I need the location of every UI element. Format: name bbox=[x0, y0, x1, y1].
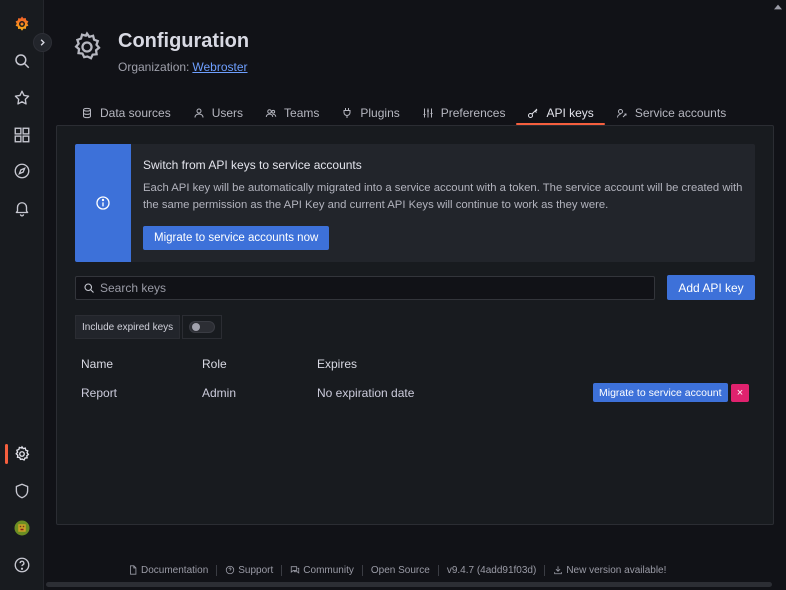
include-expired-toggle[interactable] bbox=[189, 321, 216, 333]
tab-api-keys[interactable]: API keys bbox=[516, 100, 606, 125]
key-role-cell: Admin bbox=[202, 386, 237, 400]
server-admin-icon[interactable] bbox=[11, 480, 33, 502]
tab-label: Preferences bbox=[440, 105, 506, 120]
footer-label: Open Source bbox=[370, 564, 430, 576]
plug-icon bbox=[343, 107, 351, 118]
migrate-to-service-account-button[interactable]: Migrate to service account bbox=[593, 383, 728, 402]
page-footer: Documentation Support Community Open Sou… bbox=[128, 562, 674, 578]
footer-label: v9.4.7 (4add91f03d) bbox=[446, 564, 537, 576]
migrate-all-button[interactable]: Migrate to service accounts now bbox=[143, 226, 330, 250]
search-icon bbox=[84, 283, 94, 293]
left-nav-rail bbox=[0, 0, 44, 590]
organization-label: Organization: bbox=[118, 60, 190, 74]
add-api-key-button[interactable]: Add API key bbox=[667, 275, 755, 300]
migration-alert: Switch from API keys to service accounts… bbox=[75, 144, 755, 262]
close-icon: × bbox=[736, 387, 744, 399]
dashboards-icon[interactable] bbox=[11, 124, 33, 146]
include-expired-label: Include expired keys bbox=[75, 315, 181, 339]
user-avatar[interactable] bbox=[11, 517, 33, 539]
chevron-right-icon bbox=[40, 39, 45, 46]
tab-data-sources[interactable]: Data sources bbox=[70, 100, 182, 125]
config-tabs: Data sources Users Teams Plugins Prefere… bbox=[70, 100, 737, 125]
api-keys-panel: Switch from API keys to service accounts… bbox=[56, 125, 774, 525]
sliders-icon bbox=[423, 108, 433, 117]
search-keys-field[interactable] bbox=[75, 276, 655, 300]
column-header-role: Role bbox=[202, 357, 227, 371]
help-icon[interactable] bbox=[11, 554, 33, 576]
active-indicator bbox=[5, 444, 8, 464]
tab-plugins[interactable]: Plugins bbox=[330, 100, 410, 125]
tab-users[interactable]: Users bbox=[182, 100, 254, 125]
search-keys-input[interactable] bbox=[100, 281, 640, 295]
tab-label: Plugins bbox=[360, 105, 400, 120]
database-icon bbox=[83, 107, 91, 118]
comments-icon bbox=[291, 566, 300, 574]
footer-version: v9.4.7 (4add91f03d) bbox=[437, 564, 545, 576]
include-expired-row: Include expired keys bbox=[75, 315, 223, 339]
tab-label: Users bbox=[211, 105, 244, 120]
footer-label: New version available! bbox=[566, 564, 667, 576]
footer-open-source-link[interactable]: Open Source bbox=[361, 564, 438, 576]
gf-service-account-icon bbox=[616, 108, 627, 118]
configuration-icon[interactable] bbox=[11, 443, 33, 465]
alerting-icon[interactable] bbox=[11, 197, 33, 219]
grafana-logo[interactable] bbox=[11, 13, 33, 35]
users-icon bbox=[265, 108, 277, 117]
footer-support-link[interactable]: Support bbox=[216, 564, 281, 576]
expand-menu-button[interactable] bbox=[33, 33, 52, 52]
footer-community-link[interactable]: Community bbox=[281, 564, 362, 576]
configuration-header-icon bbox=[74, 31, 101, 60]
starred-icon[interactable] bbox=[11, 87, 33, 109]
tab-service-accounts[interactable]: Service accounts bbox=[605, 100, 737, 125]
question-icon bbox=[226, 565, 235, 575]
key-name-cell: Report bbox=[81, 386, 118, 400]
tab-preferences[interactable]: Preferences bbox=[411, 100, 517, 125]
info-circle-icon bbox=[96, 196, 110, 210]
search-icon[interactable] bbox=[11, 50, 33, 72]
footer-label: Documentation bbox=[141, 564, 209, 576]
column-header-expires: Expires bbox=[317, 357, 358, 371]
toggle-knob bbox=[192, 323, 201, 331]
footer-documentation-link[interactable]: Documentation bbox=[128, 565, 216, 576]
footer-label: Support bbox=[238, 564, 274, 576]
alert-title: Switch from API keys to service accounts bbox=[143, 158, 362, 172]
organization-line: Organization: Webroster bbox=[118, 60, 248, 74]
footer-new-version-link[interactable]: New version available! bbox=[544, 564, 674, 576]
tab-label: Service accounts bbox=[634, 105, 727, 120]
tab-teams[interactable]: Teams bbox=[254, 100, 330, 125]
key-icon bbox=[528, 108, 538, 118]
horizontal-scrollbar[interactable] bbox=[46, 582, 772, 587]
organization-name[interactable]: Webroster bbox=[192, 60, 247, 74]
tab-label: Teams bbox=[284, 105, 320, 120]
column-header-name: Name bbox=[81, 357, 114, 371]
download-icon bbox=[554, 566, 563, 575]
page-title: Configuration bbox=[118, 30, 250, 52]
alert-body: Each API key will be automatically migra… bbox=[143, 182, 743, 211]
footer-label: Community bbox=[303, 564, 354, 576]
key-expires-cell: No expiration date bbox=[317, 386, 415, 400]
tab-label: API keys bbox=[546, 105, 594, 120]
scroll-up-arrow-icon[interactable] bbox=[774, 4, 782, 10]
tab-label: Data sources bbox=[100, 105, 171, 120]
document-icon bbox=[130, 565, 137, 575]
alert-icon-bar bbox=[75, 144, 131, 262]
delete-key-button[interactable]: × bbox=[731, 384, 749, 402]
explore-icon[interactable] bbox=[11, 160, 33, 182]
user-icon bbox=[194, 108, 204, 118]
include-expired-switch-wrap bbox=[182, 315, 223, 339]
